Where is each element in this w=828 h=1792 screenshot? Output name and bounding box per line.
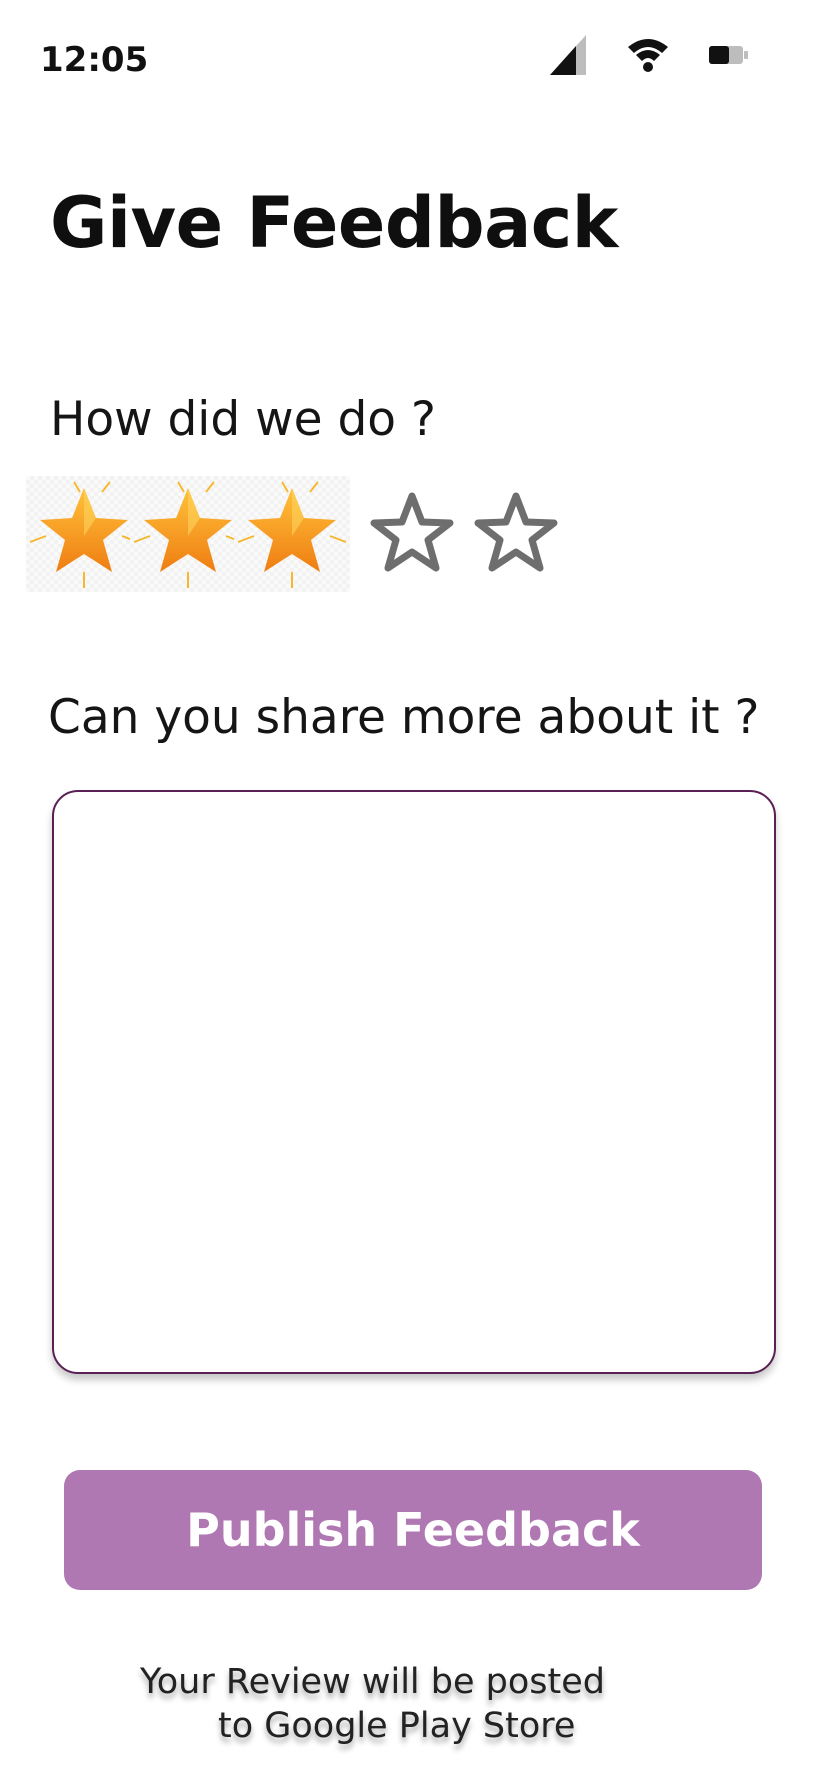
- battery-icon: [708, 43, 750, 67]
- rating-question: How did we do ?: [50, 392, 436, 447]
- feedback-textarea[interactable]: [52, 790, 776, 1374]
- star-outline-icon: [474, 492, 558, 572]
- star-1[interactable]: [26, 476, 142, 592]
- star-5[interactable]: [458, 476, 574, 592]
- status-time: 12:05: [40, 40, 149, 80]
- status-icons: [548, 32, 750, 78]
- star-filled-icon: [133, 481, 243, 588]
- page-title: Give Feedback: [50, 182, 618, 264]
- star-3[interactable]: [234, 476, 350, 592]
- footnote: Your Review will be posted to Google Pla…: [140, 1660, 660, 1748]
- footnote-line-1: Your Review will be posted: [140, 1662, 605, 1702]
- star-filled-icon: [237, 481, 347, 588]
- details-question: Can you share more about it ?: [48, 690, 760, 745]
- star-outline-icon: [370, 492, 454, 572]
- star-4[interactable]: [354, 476, 470, 592]
- star-2[interactable]: [130, 476, 246, 592]
- cellular-signal-icon: [548, 33, 588, 77]
- publish-feedback-button[interactable]: Publish Feedback: [64, 1470, 762, 1590]
- star-filled-icon: [29, 481, 139, 588]
- wifi-icon: [626, 37, 670, 73]
- footnote-line-2: to Google Play Store: [218, 1706, 576, 1746]
- status-bar: 12:05: [0, 0, 828, 110]
